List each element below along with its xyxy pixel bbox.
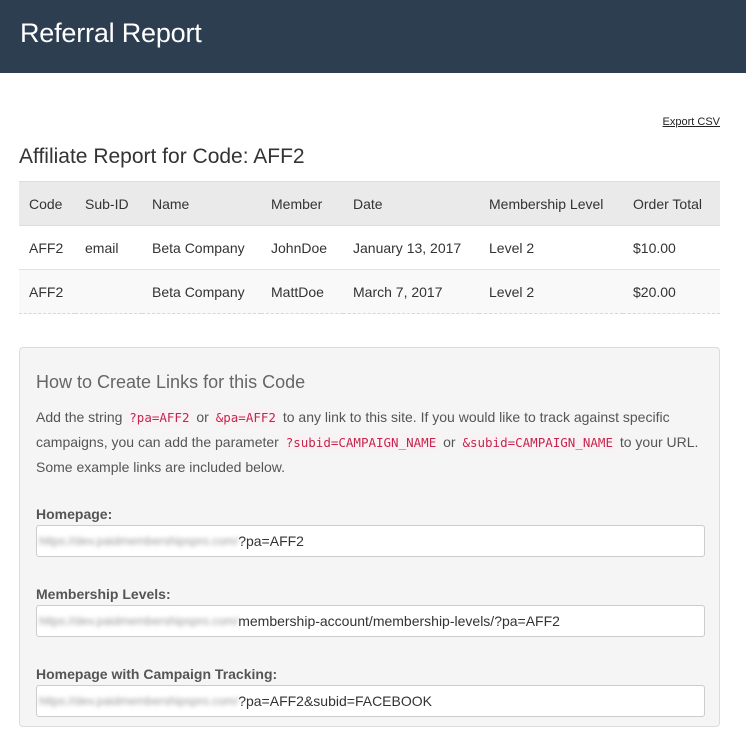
campaign-tracking-link-field[interactable]: https://dev.paidmembershipspro.com/?pa=A…	[36, 685, 705, 717]
links-panel-title: How to Create Links for this Code	[36, 372, 306, 392]
link-base-url: https://dev.paidmembershipspro.com/	[39, 534, 239, 548]
page-title: Referral Report	[20, 18, 202, 48]
code-subid-question: ?subid=CAMPAIGN_NAME	[282, 433, 440, 452]
cell-member: MattDoe	[261, 269, 343, 314]
code-pa-ampersand: &pa=AFF2	[212, 408, 279, 427]
cell-member: JohnDoe	[261, 225, 343, 270]
link-suffix: ?pa=AFF2&subid=FACEBOOK	[238, 693, 432, 709]
cell-date: January 13, 2017	[343, 225, 479, 270]
cell-date: March 7, 2017	[343, 269, 479, 314]
desc-text: or	[192, 409, 213, 425]
table-row: AFF2 email Beta Company JohnDoe January …	[19, 225, 720, 270]
links-panel-description: Add the string ?pa=AFF2 or &pa=AFF2 to a…	[36, 405, 706, 479]
cell-name: Beta Company	[142, 269, 261, 314]
link-suffix: ?pa=AFF2	[238, 533, 304, 549]
desc-text: Add the string	[36, 409, 127, 425]
table-row: AFF2 Beta Company MattDoe March 7, 2017 …	[19, 269, 720, 314]
cell-code: AFF2	[19, 225, 75, 270]
link-suffix: membership-account/membership-levels/?pa…	[238, 613, 560, 629]
link-base-url: https://dev.paidmembershipspro.com/	[39, 614, 239, 628]
column-header-member: Member	[261, 181, 343, 226]
referral-table: Code Sub-ID Name Member Date Membership …	[19, 181, 720, 314]
link-base-url: https://dev.paidmembershipspro.com/	[39, 694, 239, 708]
homepage-link-field[interactable]: https://dev.paidmembershipspro.com/?pa=A…	[36, 525, 705, 557]
export-csv-link[interactable]: Export CSV	[663, 116, 720, 128]
cell-membership-level: Level 2	[479, 225, 623, 270]
cell-name: Beta Company	[142, 225, 261, 270]
page-header: Referral Report	[0, 0, 746, 73]
report-title: Affiliate Report for Code: AFF2	[19, 145, 305, 168]
column-header-membership-level: Membership Level	[479, 181, 623, 226]
column-header-sub-id: Sub-ID	[75, 181, 142, 226]
cell-code: AFF2	[19, 269, 75, 314]
cell-order-total: $20.00	[623, 269, 720, 314]
membership-levels-label: Membership Levels:	[36, 586, 171, 602]
column-header-code: Code	[19, 181, 75, 226]
code-subid-ampersand: &subid=CAMPAIGN_NAME	[459, 433, 616, 452]
links-panel: How to Create Links for this Code Add th…	[19, 347, 720, 727]
cell-membership-level: Level 2	[479, 269, 623, 314]
cell-sub-id	[75, 269, 142, 314]
homepage-label: Homepage:	[36, 506, 113, 522]
column-header-name: Name	[142, 181, 261, 226]
campaign-tracking-label: Homepage with Campaign Tracking:	[36, 666, 278, 682]
column-header-order-total: Order Total	[623, 181, 720, 226]
cell-order-total: $10.00	[623, 225, 720, 270]
table-header-row: Code Sub-ID Name Member Date Membership …	[19, 181, 720, 226]
code-pa-question: ?pa=AFF2	[126, 408, 193, 427]
cell-sub-id: email	[75, 225, 142, 270]
column-header-date: Date	[343, 181, 479, 226]
desc-text: or	[439, 434, 460, 450]
membership-levels-link-field[interactable]: https://dev.paidmembershipspro.com/membe…	[36, 605, 705, 637]
